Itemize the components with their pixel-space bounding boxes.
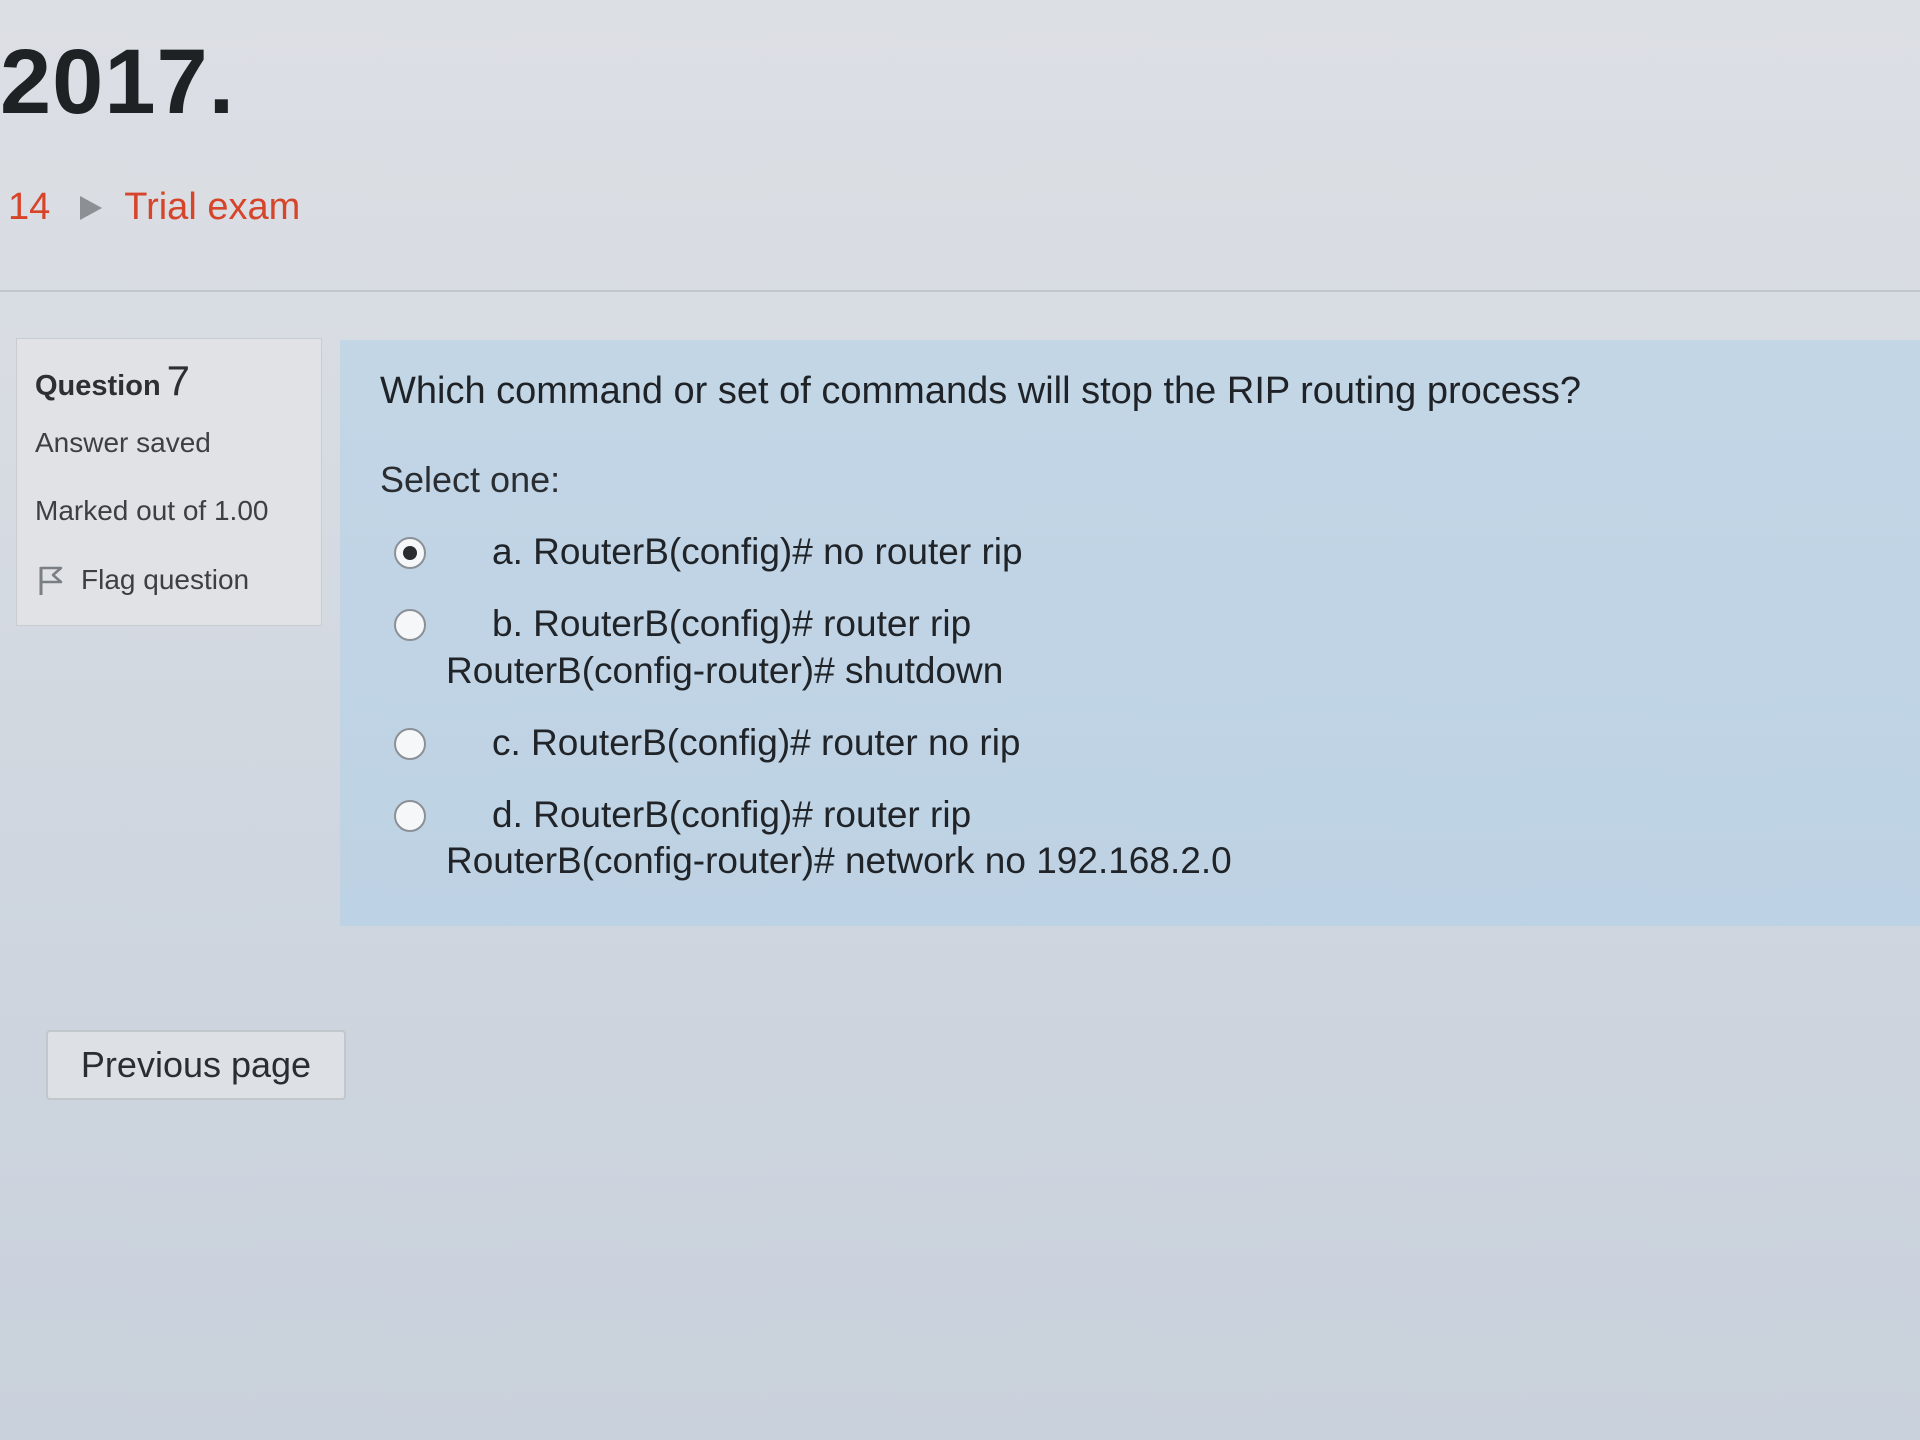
question-info-panel: Question 7 Answer saved Marked out of 1.0…: [16, 338, 322, 626]
radio-option-d[interactable]: [394, 800, 426, 832]
flag-icon: [39, 566, 63, 595]
answer-options: a. RouterB(config)# no router rip b. Rou…: [380, 529, 1920, 885]
previous-page-button[interactable]: Previous page: [46, 1030, 346, 1100]
marked-out-of: Marked out of 1.00: [35, 495, 269, 526]
option-c-line1: c. RouterB(config)# router no rip: [492, 721, 1021, 763]
radio-option-a[interactable]: [394, 537, 426, 569]
option-b-line2: RouterB(config-router)# shutdown: [446, 649, 1004, 691]
question-title: Question 7: [35, 357, 321, 405]
triangle-right-icon: [80, 195, 103, 220]
question-content-panel: Which command or set of commands will st…: [340, 340, 1920, 926]
answer-option-d[interactable]: d. RouterB(config)# router rip RouterB(c…: [380, 792, 1920, 885]
answer-status: Answer saved: [35, 427, 211, 458]
radio-option-b[interactable]: [394, 609, 426, 642]
radio-option-c[interactable]: [394, 727, 426, 760]
flag-question-label: Flag question: [81, 564, 250, 595]
breadcrumb-trial-exam-link[interactable]: Trial exam: [124, 186, 300, 229]
answer-option-a[interactable]: a. RouterB(config)# no router rip: [380, 529, 1920, 575]
question-label: Question: [35, 370, 161, 402]
question-text: Which command or set of commands will st…: [380, 370, 1582, 412]
option-b-line1: b. RouterB(config)# router rip: [492, 603, 972, 645]
option-a-line1: a. RouterB(config)# no router rip: [492, 531, 1023, 572]
breadcrumb: 14 Trial exam: [8, 186, 300, 229]
question-number: 7: [166, 357, 191, 404]
option-d-line2: RouterB(config-router)# network no 192.1…: [446, 840, 1232, 882]
answer-option-c[interactable]: c. RouterB(config)# router no rip: [380, 720, 1920, 766]
flag-question-link[interactable]: Flag question: [35, 563, 321, 597]
page-heading: 2017.: [0, 31, 236, 133]
answer-option-b[interactable]: b. RouterB(config)# router rip RouterB(c…: [380, 601, 1920, 694]
select-one-prompt: Select one:: [380, 459, 561, 500]
option-d-line1: d. RouterB(config)# router rip: [492, 794, 972, 835]
header-divider: [0, 290, 1920, 292]
breadcrumb-course-number[interactable]: 14: [8, 186, 50, 229]
